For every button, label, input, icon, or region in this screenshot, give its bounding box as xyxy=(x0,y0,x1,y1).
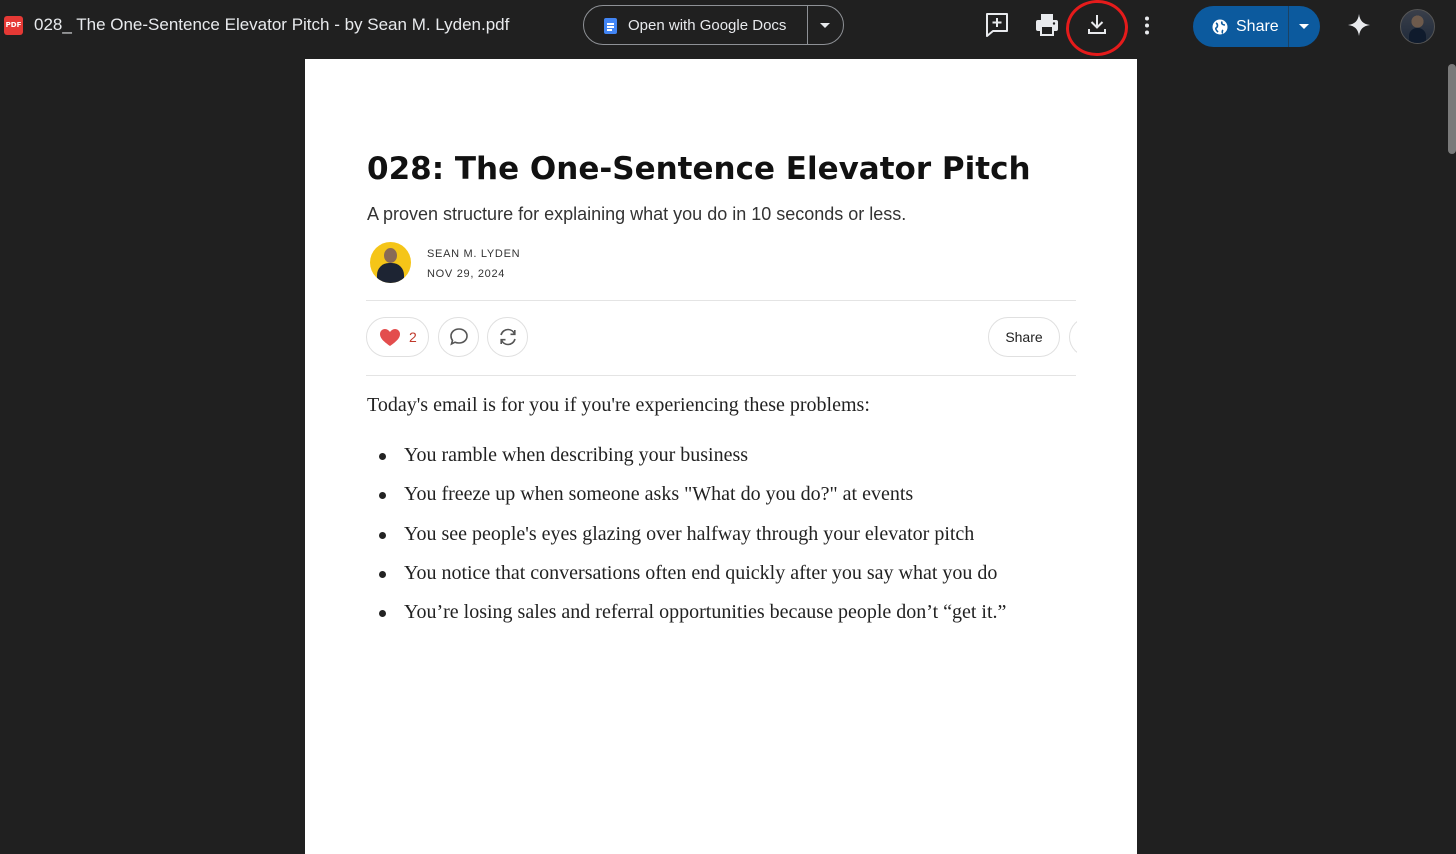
list-item-text: You notice that conversations often end … xyxy=(404,561,998,584)
bullet-dot xyxy=(379,610,386,618)
share-label: Share xyxy=(1236,18,1279,35)
gemini-button[interactable] xyxy=(1344,10,1374,40)
share-dropdown-button[interactable] xyxy=(1289,6,1320,47)
open-with-dropdown-button[interactable] xyxy=(808,6,843,44)
add-comment-icon xyxy=(986,13,1008,37)
list-item-text: You see people's eyes glazing over halfw… xyxy=(404,522,975,545)
avatar-figure xyxy=(1409,28,1426,43)
author-avatar xyxy=(370,242,411,283)
avatar-suit xyxy=(377,263,404,283)
viewer-toolbar: PDF 028_ The One-Sentence Elevator Pitch… xyxy=(0,0,1456,59)
list-item-text: You freeze up when someone asks "What do… xyxy=(404,483,914,506)
list-item-text: You ramble when describing your business xyxy=(404,444,749,466)
account-avatar[interactable] xyxy=(1400,9,1435,44)
list-item: You ramble when describing your business xyxy=(367,444,1006,483)
bullet-dot xyxy=(379,531,386,539)
list-item: You notice that conversations often end … xyxy=(367,562,1006,601)
download-highlight-annotation xyxy=(1064,0,1130,59)
share-button[interactable]: Share xyxy=(1193,6,1288,47)
more-vert-icon xyxy=(1145,16,1149,35)
post-share-label: Share xyxy=(1005,329,1043,345)
comment-button[interactable] xyxy=(438,317,479,357)
file-title: 028_ The One-Sentence Elevator Pitch - b… xyxy=(34,15,510,34)
publish-date: NOV 29, 2024 xyxy=(427,268,506,280)
divider xyxy=(366,300,1076,301)
list-item-text: You’re losing sales and referral opportu… xyxy=(404,601,1007,624)
post-share-button[interactable]: Share xyxy=(988,317,1060,357)
refresh-icon xyxy=(500,328,516,346)
open-with-button-group: Open with Google Docs xyxy=(583,5,844,45)
pdf-file-icon: PDF xyxy=(4,16,23,35)
like-count: 2 xyxy=(409,329,417,345)
avatar-head xyxy=(384,248,397,263)
page-edge-clip xyxy=(1077,309,1137,369)
bullet-dot xyxy=(379,492,386,500)
like-button[interactable]: 2 xyxy=(366,317,429,357)
restack-button[interactable] xyxy=(487,317,528,357)
open-with-label: Open with Google Docs xyxy=(628,17,787,34)
more-options-button[interactable] xyxy=(1132,10,1162,40)
google-docs-icon xyxy=(604,18,617,34)
bullet-dot xyxy=(379,570,386,578)
author-name: SEAN M. LYDEN xyxy=(427,248,521,260)
globe-icon xyxy=(1212,19,1228,35)
caret-down-icon xyxy=(820,23,830,28)
add-comment-button[interactable] xyxy=(982,10,1012,40)
share-button-group: Share xyxy=(1193,6,1320,47)
list-item: You see people's eyes glazing over halfw… xyxy=(367,523,1006,562)
problem-list: You ramble when describing your business… xyxy=(367,444,1006,640)
bullet-dot xyxy=(379,453,386,460)
heart-icon xyxy=(380,329,400,346)
pdf-page: 028: The One-Sentence Elevator Pitch A p… xyxy=(305,59,1137,854)
list-item: You’re losing sales and referral opportu… xyxy=(367,601,1006,640)
caret-down-icon xyxy=(1299,24,1309,29)
document-subtitle: A proven structure for explaining what y… xyxy=(367,204,907,224)
print-button[interactable] xyxy=(1032,10,1062,40)
scrollbar-thumb[interactable] xyxy=(1448,64,1456,154)
print-icon xyxy=(1036,14,1058,36)
comment-icon xyxy=(450,328,468,346)
document-title: 028: The One-Sentence Elevator Pitch xyxy=(367,151,1031,187)
divider xyxy=(366,375,1076,376)
intro-paragraph: Today's email is for you if you're exper… xyxy=(367,394,870,416)
list-item: You freeze up when someone asks "What do… xyxy=(367,483,1006,522)
gemini-sparkle-icon xyxy=(1348,14,1370,36)
open-with-google-docs-button[interactable]: Open with Google Docs xyxy=(584,6,808,44)
